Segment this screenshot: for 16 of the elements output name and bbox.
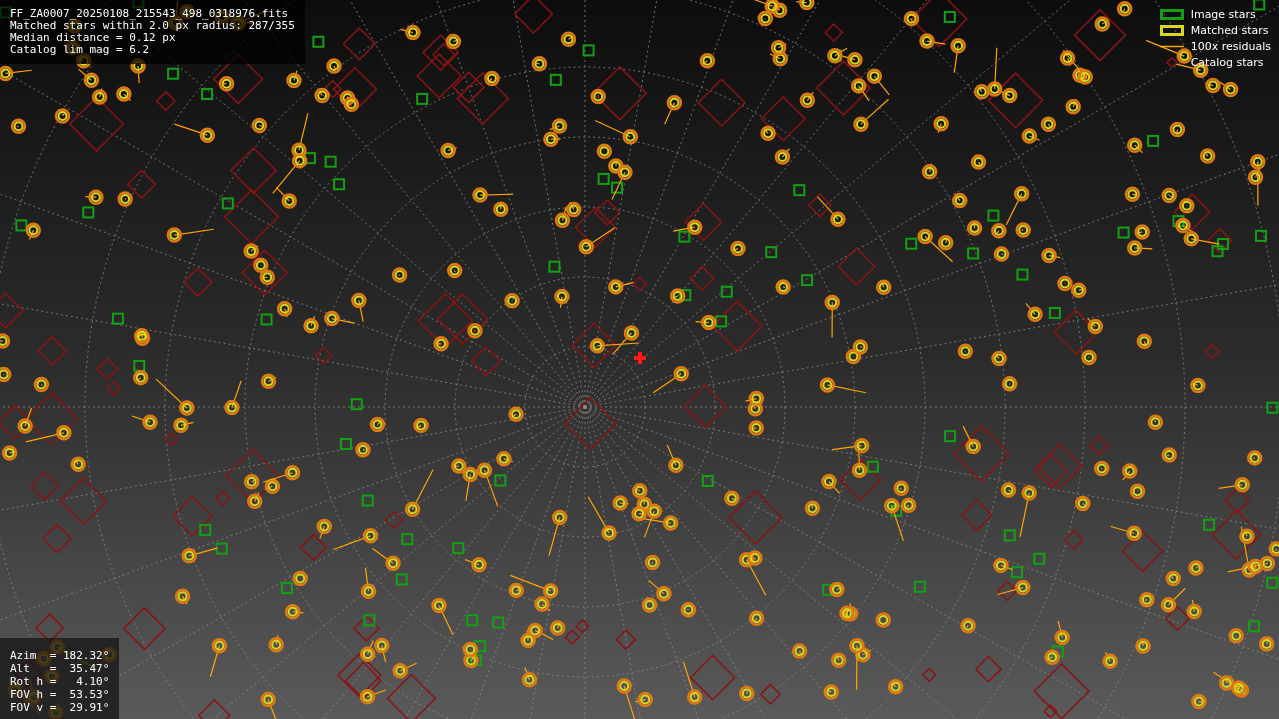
pointing-text: FOV h = 53.53°	[10, 688, 110, 701]
legend-label: Matched stars	[1190, 23, 1269, 37]
pointing-text: Rot h = 4.10°	[10, 675, 110, 688]
line-icon	[1159, 44, 1184, 48]
legend-label: Catalog stars	[1190, 55, 1264, 69]
rectangle-icon	[1159, 24, 1184, 36]
pointing-text: FOV v = 29.91°	[10, 701, 110, 714]
outlined-rectangle-icon	[1159, 8, 1184, 20]
info-text: Median distance = 0.12 px	[10, 32, 177, 44]
info-text: FF_ZA0007_20250108_215543_498_0318976.fits	[10, 8, 290, 20]
pointing-text: Alt = 35.47°	[10, 662, 110, 675]
legend-label: 100x residuals	[1190, 39, 1271, 53]
legend-label: Image stars	[1190, 7, 1256, 21]
info-text: Catalog lim mag = 6.2	[10, 44, 151, 56]
info-text: Matched stars within 2.0 px radius: 287/355	[10, 20, 295, 32]
pointing-text: Azim = 182.32°	[10, 649, 110, 662]
